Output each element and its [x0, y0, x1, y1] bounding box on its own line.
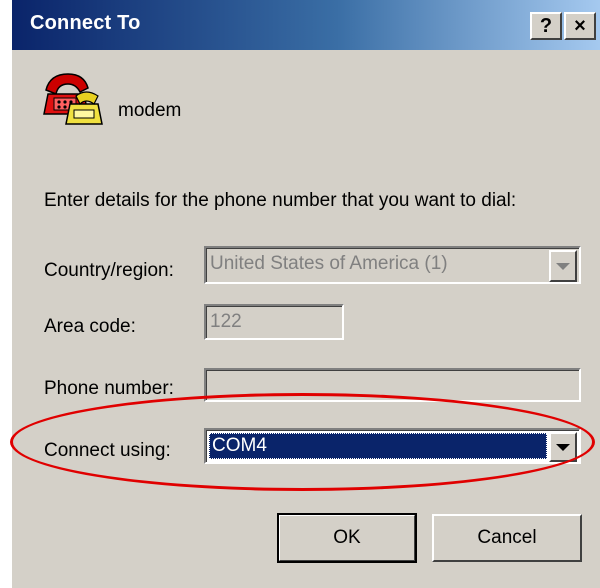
connection-name: modem [118, 100, 182, 121]
area-code-field[interactable]: 122 [204, 304, 344, 340]
dialog-title: Connect To [30, 12, 141, 34]
country-region-select[interactable]: United States of America (1) [204, 246, 581, 284]
help-button[interactable]: ? [530, 12, 562, 40]
title-bar: Connect To ? × [12, 0, 600, 50]
cancel-button-label: Cancel [477, 527, 537, 548]
country-region-value: United States of America (1) [210, 253, 448, 274]
selected-option-highlight: COM4 [209, 433, 547, 459]
instructions-text: Enter details for the phone number that … [44, 190, 517, 211]
area-code-value: 122 [210, 311, 242, 332]
phone-number-field[interactable] [204, 368, 581, 402]
close-button[interactable]: × [564, 12, 596, 40]
connect-using-dropdown-button[interactable] [549, 432, 577, 462]
chevron-down-icon [556, 444, 570, 451]
connect-using-label: Connect using: [44, 440, 171, 461]
chevron-down-icon [556, 263, 570, 270]
area-code-label: Area code: [44, 316, 136, 337]
cancel-button[interactable]: Cancel [432, 514, 582, 562]
phone-icon [40, 70, 104, 132]
country-region-label: Country/region: [44, 260, 174, 281]
country-dropdown-button[interactable] [549, 250, 577, 282]
connect-using-select[interactable]: COM4 [204, 428, 581, 464]
connect-to-dialog: Connect To ? × modem Enter details for t… [10, 0, 600, 588]
connect-using-value: COM4 [212, 435, 267, 456]
ok-button[interactable]: OK [277, 513, 417, 563]
ok-button-label: OK [333, 527, 361, 548]
phone-number-label: Phone number: [44, 378, 174, 399]
